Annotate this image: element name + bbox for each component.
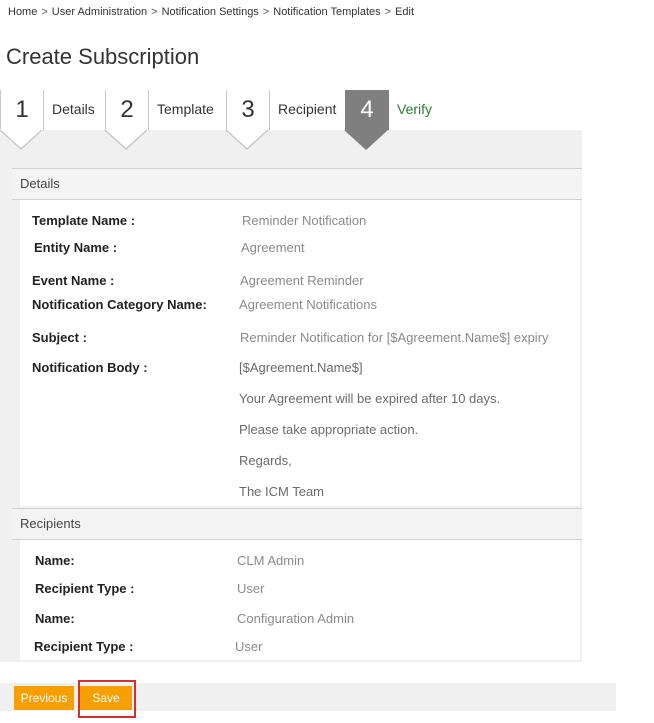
previous-button[interactable]: Previous [14,686,74,710]
category-value: Agreement Notifications [239,297,378,312]
breadcrumb-home[interactable]: Home [8,6,37,18]
breadcrumb-notification-templates[interactable]: Notification Templates [273,6,380,18]
save-button-highlight [78,680,136,718]
recipients-section-header: Recipients [12,508,582,540]
recipient-type-label: Recipient Type : [35,581,135,596]
recipient-type-label: Recipient Type : [34,639,134,654]
step-chevron-inner [226,129,268,148]
breadcrumb-separator: > [41,6,48,18]
page-title: Create Subscription [6,44,200,69]
category-label: Notification Category Name: [32,297,207,312]
step-number: 1 [0,90,44,130]
recipient-type-value: User [237,581,265,596]
recipient-type-value: User [235,639,263,654]
notification-body-line: [$Agreement.Name$] [239,360,363,375]
wizard-steps: 1 Details 2 Template 3 Recipient 4 Verif… [0,90,582,152]
breadcrumb-separator: > [262,6,270,18]
step-label: Template [157,101,214,117]
recipients-section-title: Recipients [20,516,81,531]
breadcrumb-notification-settings[interactable]: Notification Settings [162,6,259,18]
breadcrumb-user-administration[interactable]: User Administration [52,6,147,18]
entity-name-value: Agreement [241,240,305,255]
step-chevron-inner [0,129,42,148]
recipient-name-label: Name: [35,611,75,626]
step-chevron-inner [105,129,147,148]
step-chevron [344,130,388,150]
template-name-label: Template Name : [32,213,136,228]
event-name-label: Event Name : [32,273,115,288]
subject-value: Reminder Notification for [$Agreement.Na… [240,330,549,345]
breadcrumb: Home > User Administration > Notification Se… [8,6,414,18]
notification-body-line: The ICM Team [239,484,325,499]
subject-label: Subject : [32,330,87,345]
details-section-title: Details [20,176,60,191]
step-label: Recipient [278,101,337,117]
notification-body-line: Regards, [239,453,292,468]
step-number: 2 [105,90,149,130]
notification-body-line: Please take appropriate action. [239,422,419,437]
step-number: 3 [226,90,270,130]
step-label: Verify [397,101,433,117]
notification-body-label: Notification Body : [32,360,148,375]
event-name-value: Agreement Reminder [240,273,364,288]
recipient-name-value: CLM Admin [237,553,305,568]
step-number: 4 [345,90,389,130]
recipient-name-value: Configuration Admin [237,611,355,626]
details-section-body: Template Name : Reminder Notification En… [20,200,580,506]
step-label: Details [52,101,95,117]
breadcrumb-edit: Edit [395,6,415,18]
recipients-section-body: Name: CLM Admin Recipient Type : User Na… [20,540,580,660]
breadcrumb-separator: > [151,6,158,18]
entity-name-label: Entity Name : [34,240,118,255]
template-name-value: Reminder Notification [242,213,367,228]
recipient-name-label: Name: [35,553,75,568]
notification-body-line: Your Agreement will be expired after 10 … [239,391,501,406]
details-section-header: Details [12,168,582,200]
breadcrumb-separator: > [384,6,392,18]
